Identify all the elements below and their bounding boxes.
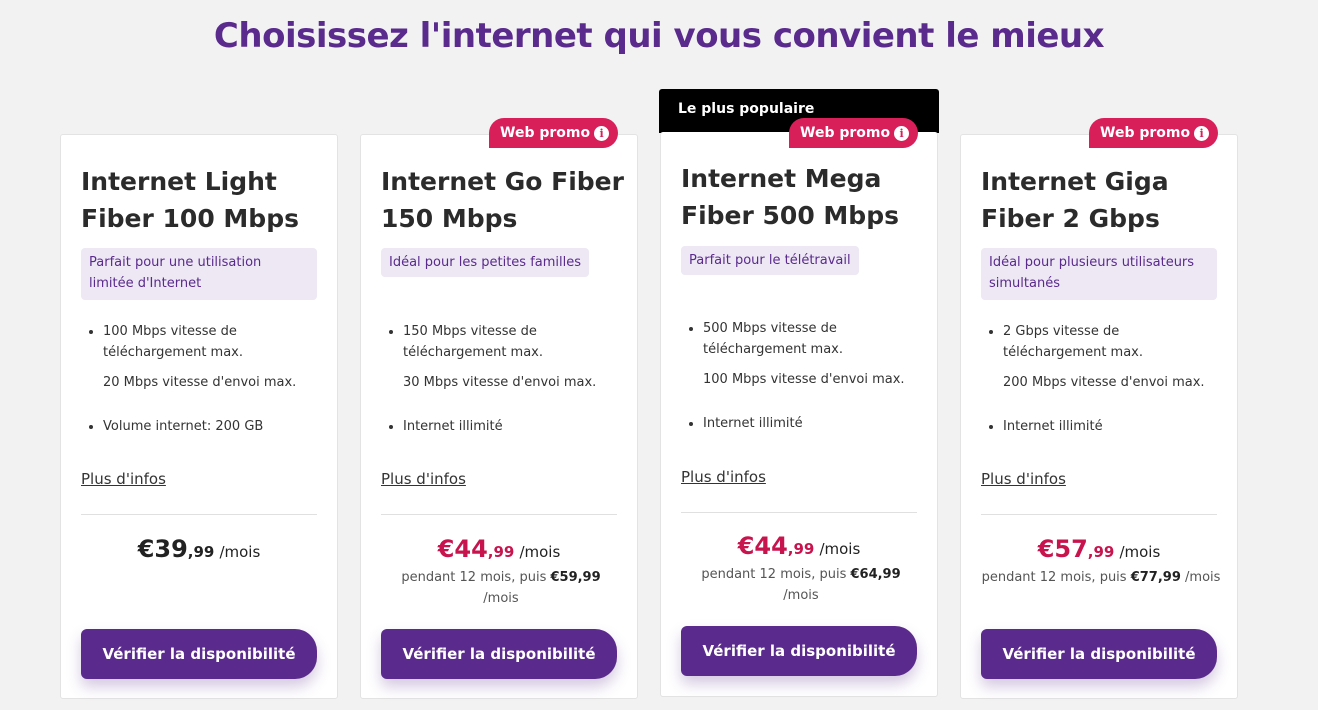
plan-name: Internet Mega Fiber 500 Mbps — [681, 164, 899, 230]
plan-card-go: Internet Go Fiber 150 Mbps Idéal pour le… — [360, 134, 638, 699]
plan-price: €44,99 /mois — [661, 532, 937, 560]
price-after-promo: €64,99 — [850, 567, 901, 582]
plan-price: €44,99 /mois — [361, 535, 637, 563]
page-title: Choisissez l'internet qui vous convient … — [213, 16, 1105, 56]
feature-item: 20 Mbps vitesse d'envoi max. — [103, 375, 297, 390]
price-euro: €44 — [437, 535, 488, 563]
price-note: pendant 12 mois, puis €77,99 /mois — [976, 567, 1226, 588]
feature-item: 500 Mbps vitesse de téléchargement max. — [681, 318, 921, 360]
price-cents: ,99 — [187, 543, 215, 561]
price-note-text: pendant 12 mois, puis — [701, 567, 847, 582]
web-promo-badge[interactable]: Web promo i — [789, 118, 919, 148]
plan-card-giga: Internet Giga Fiber 2 Gbps Idéal pour pl… — [960, 134, 1238, 699]
price-period: /mois — [219, 543, 261, 561]
price-euro: €44 — [737, 532, 788, 560]
divider — [381, 514, 617, 515]
divider — [81, 514, 317, 515]
feature-item: 200 Mbps vitesse d'envoi max. — [1003, 375, 1205, 390]
web-promo-badge[interactable]: Web promo i — [1089, 118, 1219, 148]
price-note: pendant 12 mois, puis €64,99 /mois — [691, 564, 911, 606]
price-period: /mois — [819, 540, 861, 558]
feature-list: 150 Mbps vitesse de téléchargement max. … — [381, 321, 621, 437]
feature-item: 2 Gbps vitesse de téléchargement max. — [981, 321, 1221, 363]
feature-item: 30 Mbps vitesse d'envoi max. — [403, 375, 597, 390]
more-info-link[interactable]: Plus d'infos — [381, 470, 466, 488]
divider — [681, 512, 917, 513]
info-icon[interactable]: i — [594, 126, 610, 141]
check-availability-button[interactable]: Vérifier la disponibilité — [981, 629, 1217, 679]
plan-price: €39,99 /mois — [61, 535, 337, 563]
price-note-text: pendant 12 mois, puis — [401, 570, 547, 585]
check-availability-button[interactable]: Vérifier la disponibilité — [381, 629, 617, 679]
feature-item: Internet illimité — [681, 413, 921, 434]
price-note-period: /mois — [483, 591, 519, 606]
feature-list: 100 Mbps vitesse de téléchargement max. … — [81, 321, 321, 437]
plan-card-mega: Internet Mega Fiber 500 Mbps Parfait pou… — [660, 132, 938, 697]
price-period: /mois — [1119, 543, 1161, 561]
web-promo-label: Web promo — [1100, 125, 1191, 141]
web-promo-label: Web promo — [800, 125, 891, 141]
check-availability-button[interactable]: Vérifier la disponibilité — [81, 629, 317, 679]
plan-name: Internet Giga Fiber 2 Gbps — [981, 167, 1169, 233]
plan-tag: Parfait pour le télétravail — [681, 246, 859, 275]
price-cents: ,99 — [787, 540, 815, 558]
feature-item: Internet illimité — [381, 416, 621, 437]
feature-item: Volume internet: 200 GB — [81, 416, 321, 437]
price-euro: €39 — [137, 535, 188, 563]
price-cents: ,99 — [487, 543, 515, 561]
feature-item: 100 Mbps vitesse de téléchargement max. — [81, 321, 321, 363]
feature-item: 150 Mbps vitesse de téléchargement max. — [381, 321, 621, 363]
feature-item: Internet illimité — [981, 416, 1221, 437]
web-promo-label: Web promo — [500, 125, 591, 141]
plan-tag: Parfait pour une utilisation limitée d'I… — [81, 248, 317, 300]
plan-tag: Idéal pour plusieurs utilisateurs simult… — [981, 248, 1217, 300]
more-info-link[interactable]: Plus d'infos — [981, 470, 1066, 488]
web-promo-badge[interactable]: Web promo i — [489, 118, 619, 148]
price-note-period: /mois — [1185, 570, 1221, 585]
plan-name: Internet Go Fiber 150 Mbps — [381, 167, 624, 233]
feature-item: 100 Mbps vitesse d'envoi max. — [703, 372, 905, 387]
price-after-promo: €59,99 — [550, 570, 601, 585]
feature-list: 2 Gbps vitesse de téléchargement max. 20… — [981, 321, 1221, 437]
plan-card-light: Internet Light Fiber 100 Mbps Parfait po… — [60, 134, 338, 699]
more-info-link[interactable]: Plus d'infos — [681, 468, 766, 486]
price-period: /mois — [519, 543, 561, 561]
price-after-promo: €77,99 — [1130, 570, 1181, 585]
price-note-text: pendant 12 mois, puis — [981, 570, 1127, 585]
price-cents: ,99 — [1087, 543, 1115, 561]
check-availability-button[interactable]: Vérifier la disponibilité — [681, 626, 917, 676]
info-icon[interactable]: i — [1194, 126, 1210, 141]
feature-list: 500 Mbps vitesse de téléchargement max. … — [681, 318, 921, 434]
plan-name: Internet Light Fiber 100 Mbps — [81, 167, 299, 233]
plan-price: €57,99 /mois — [961, 535, 1237, 563]
price-euro: €57 — [1037, 535, 1088, 563]
more-info-link[interactable]: Plus d'infos — [81, 470, 166, 488]
price-note-period: /mois — [783, 588, 819, 603]
info-icon[interactable]: i — [894, 126, 910, 141]
divider — [981, 514, 1217, 515]
plan-tag: Idéal pour les petites familles — [381, 248, 590, 277]
price-note: pendant 12 mois, puis €59,99 /mois — [391, 567, 611, 609]
